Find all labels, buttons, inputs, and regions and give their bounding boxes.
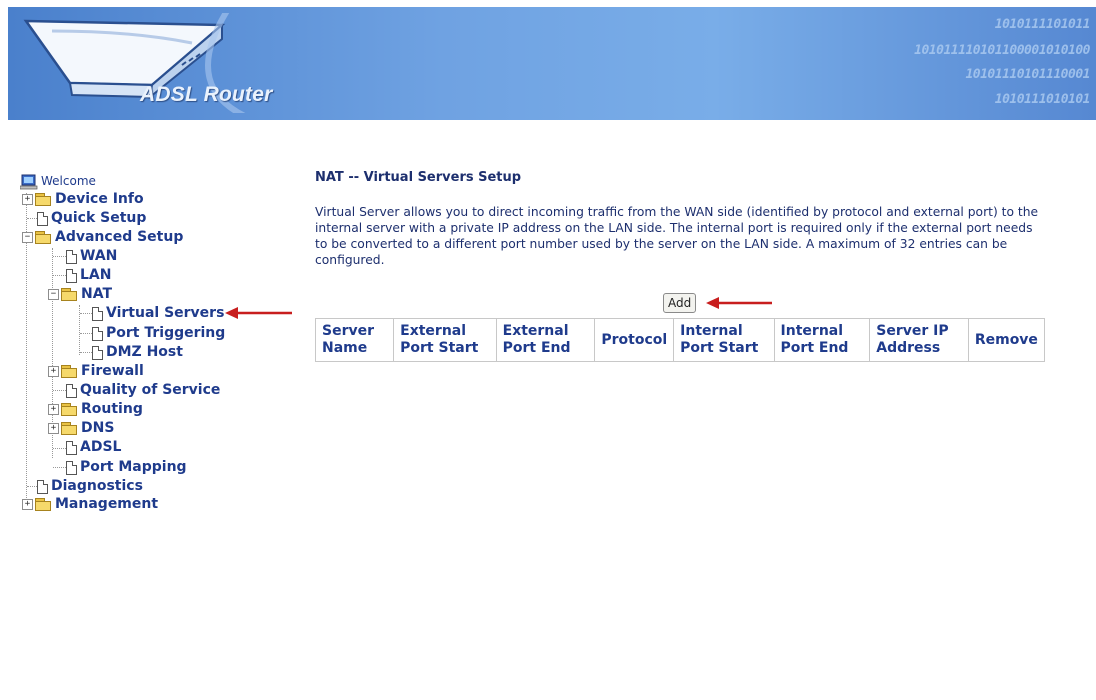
expand-icon[interactable]: + [48,404,59,415]
sidebar-item-port-triggering[interactable]: Port Triggering [92,324,225,343]
open-folder-icon [35,231,52,244]
sidebar-item-label: Port Triggering [106,325,226,341]
column-header: Internal Port End [773,318,871,362]
page-icon [92,345,103,360]
binary-decoration: 1010111010101 [994,92,1091,107]
sidebar-item-label: Diagnostics [51,478,143,494]
page-description: Virtual Server allows you to direct inco… [315,205,1039,267]
sidebar-item-label: DMZ Host [106,344,183,360]
collapse-icon[interactable]: − [48,289,59,300]
page-icon [66,440,77,455]
folder-icon [61,365,78,378]
page-title: NAT -- Virtual Servers Setup [315,170,522,185]
folder-icon [35,498,52,511]
page-icon [92,306,103,321]
sidebar-item-diagnostics[interactable]: Diagnostics [37,477,143,496]
sidebar-item-management[interactable]: + Management [22,495,158,514]
sidebar-item-advanced-setup[interactable]: − Advanced Setup [22,228,183,247]
sidebar-item-routing[interactable]: + Routing [48,400,143,419]
sidebar-item-dmz-host[interactable]: DMZ Host [92,343,183,362]
sidebar-item-label: Virtual Servers [106,305,225,321]
sidebar-item-dns[interactable]: + DNS [48,419,114,438]
sidebar-item-adsl[interactable]: ADSL [66,438,121,457]
page-icon [66,268,77,283]
collapse-icon[interactable]: − [22,232,33,243]
open-folder-icon [61,288,78,301]
add-button[interactable]: Add [663,293,697,313]
page-icon [66,383,77,398]
column-header: Server Name [314,318,395,362]
sidebar-item-label: Device Info [55,191,144,207]
expand-icon[interactable]: + [22,499,33,510]
page-icon [66,460,77,475]
sidebar-item-wan[interactable]: WAN [66,247,117,266]
computer-icon [20,174,38,189]
sidebar-item-label: WAN [80,248,118,264]
expand-icon[interactable]: + [48,423,59,434]
page-icon [92,326,103,341]
expand-icon[interactable]: + [22,194,33,205]
column-header: Internal Port Start [673,318,775,362]
virtual-servers-table: Server Name External Port Start External… [314,318,1046,362]
expand-icon[interactable]: + [48,366,59,377]
column-header: Remove [967,318,1046,362]
sidebar-item-device-info[interactable]: + Device Info [22,190,144,209]
folder-icon [35,193,52,206]
sidebar-item-label: NAT [81,286,113,302]
binary-decoration: 10101110101110001 [965,67,1090,82]
binary-decoration: 101011110101100001010100 [914,43,1090,58]
brand-title: ADSL Router [140,83,273,106]
sidebar-item-quality-of-service[interactable]: Quality of Service [66,381,220,400]
sidebar-item-label: Quality of Service [80,382,221,398]
column-header: Server IP Address [869,318,969,362]
sidebar-item-label: Routing [81,401,143,417]
sidebar-item-label: Firewall [81,363,144,379]
sidebar-item-port-mapping[interactable]: Port Mapping [66,458,187,477]
column-header: External Port Start [393,318,497,362]
sidebar-item-firewall[interactable]: + Firewall [48,362,144,381]
folder-icon [61,422,78,435]
binary-decoration: 1010111101011 [994,17,1091,32]
sidebar-item-label: Quick Setup [51,210,147,226]
sidebar-item-label: Port Mapping [80,459,187,475]
folder-icon [61,403,78,416]
table-header-row: Server Name External Port Start External… [314,318,1046,362]
sidebar-item-virtual-servers[interactable]: Virtual Servers [92,304,224,323]
sidebar-item-lan[interactable]: LAN [66,266,111,285]
header-banner: 1010111101011 101011110101100001010100 1… [8,7,1096,120]
sidebar-item-welcome[interactable]: Welcome [20,172,96,191]
sidebar-item-nat[interactable]: − NAT [48,285,112,304]
sidebar-item-label: ADSL [80,439,122,455]
sidebar-item-quick-setup[interactable]: Quick Setup [37,209,146,228]
annotation-arrow-icon [706,297,772,309]
page-icon [66,249,77,264]
page-icon [37,479,48,494]
sidebar-item-label: Welcome [41,174,96,188]
column-header: Protocol [594,318,675,362]
sidebar-item-label: Management [55,496,159,512]
sidebar-item-label: Advanced Setup [55,229,184,245]
page-icon [37,211,48,226]
sidebar-item-label: LAN [80,267,112,283]
sidebar-item-label: DNS [81,420,115,436]
column-header: External Port End [495,318,596,362]
annotation-arrow-icon [225,307,292,319]
